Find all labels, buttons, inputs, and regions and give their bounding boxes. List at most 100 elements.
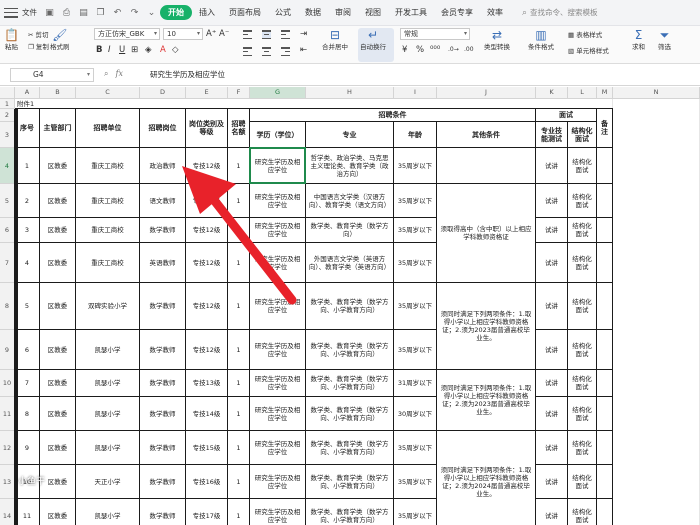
row-header[interactable]: 2	[0, 109, 15, 122]
column-header[interactable]: E	[186, 87, 228, 99]
cell-post[interactable]: 数学教师	[140, 499, 186, 525]
cell-structured[interactable]: 结构化面试	[568, 465, 597, 499]
indent-icon[interactable]: ⇥	[300, 29, 307, 39]
cell-seq[interactable]: 2	[15, 184, 40, 218]
column-header[interactable]: M	[597, 87, 613, 99]
cell-other-merged[interactable]: 须同时满足下列两项条件：1.取得小学以上相应学科教师资格证；2.须为2023届普…	[437, 370, 536, 431]
cell-dept[interactable]: 区教委	[40, 184, 76, 218]
cell-edu[interactable]: 研究生学历及相应学位	[250, 431, 306, 465]
cell-age[interactable]: 35周岁以下	[394, 243, 437, 283]
cell-seq[interactable]: 3	[15, 218, 40, 243]
cell-category[interactable]: 专技17级	[186, 499, 228, 525]
cell-category[interactable]: 专技12级	[186, 330, 228, 370]
cell-note[interactable]	[597, 499, 613, 525]
row-header[interactable]: 11	[0, 397, 15, 431]
cell-dept[interactable]: 区教委	[40, 330, 76, 370]
column-header[interactable]: G	[250, 87, 306, 99]
cell-count[interactable]: 1	[228, 465, 250, 499]
cell-seq[interactable]: 7	[15, 370, 40, 397]
cell-skill-test[interactable]: 试讲	[536, 397, 568, 431]
cell-dept[interactable]: 区教委	[40, 499, 76, 525]
cell-edu[interactable]: 研究生学历及相应学位	[250, 243, 306, 283]
font-color-icon[interactable]: A	[160, 45, 166, 55]
align-left-icon[interactable]	[243, 47, 252, 56]
cell-dept[interactable]: 区教委	[40, 431, 76, 465]
cell-major[interactable]: 数学类、教育学类（数学方向、小学教育方向）	[306, 283, 394, 330]
border-icon[interactable]: ⊞	[131, 45, 138, 55]
cell-dept[interactable]: 区教委	[40, 243, 76, 283]
cell-post[interactable]: 数学教师	[140, 283, 186, 330]
cell-unit[interactable]: 凯瑟小学	[76, 431, 140, 465]
header-note[interactable]: 备注	[597, 109, 613, 148]
redo-icon[interactable]: ↷	[129, 7, 140, 18]
table-style-button[interactable]: ▦ 表格样式	[568, 29, 602, 39]
cell-unit[interactable]: 重庆工商校	[76, 184, 140, 218]
paste-button[interactable]: 📋 粘贴	[4, 29, 19, 51]
cell-category[interactable]: 专技12级	[186, 148, 228, 184]
cell-count[interactable]: 1	[228, 243, 250, 283]
thousands-icon[interactable]: ⁰⁰⁰	[430, 45, 440, 55]
cell-skill-test[interactable]: 试讲	[536, 465, 568, 499]
row-header[interactable]: 8	[0, 283, 15, 330]
cell-seq[interactable]: 8	[15, 397, 40, 431]
cell-category[interactable]: 专技12级	[186, 243, 228, 283]
print-preview-icon[interactable]: ▤	[78, 7, 89, 18]
row-header[interactable]: 13	[0, 465, 15, 499]
merge-center-button[interactable]: ⊟ 合并居中	[322, 29, 348, 51]
cell-style-button[interactable]: ▧ 单元格样式	[568, 45, 609, 55]
cell-major[interactable]: 数学类、教育学类（数学方向、小学教育方向）	[306, 370, 394, 397]
empty-cell[interactable]	[613, 99, 700, 525]
cell-dept[interactable]: 区教委	[40, 370, 76, 397]
row-header[interactable]: 4	[0, 148, 15, 184]
cell-major[interactable]: 哲学类、政治学类、马克思主义理论类、教育学类（政治方向）	[306, 148, 394, 184]
cell-age[interactable]: 35周岁以下	[394, 283, 437, 330]
decrease-decimal-icon[interactable]: .00	[464, 45, 474, 55]
tab-review[interactable]: 审阅	[328, 7, 358, 18]
cell-edu[interactable]: 研究生学历及相应学位	[250, 397, 306, 431]
row-header[interactable]: 12	[0, 431, 15, 465]
row-header[interactable]: 5	[0, 184, 15, 218]
header-edu[interactable]: 学历（学位）	[250, 122, 306, 148]
type-convert-button[interactable]: ⇄ 类型转换	[484, 29, 510, 51]
tab-view[interactable]: 视图	[358, 7, 388, 18]
cell-unit[interactable]: 凯瑟小学	[76, 499, 140, 525]
cell-note[interactable]	[597, 148, 613, 184]
header-post[interactable]: 招聘岗位	[140, 109, 186, 148]
cell-other-merged[interactable]: 须同时满足下列两项条件：1.取得小学以上相应学科教师资格证；2.须为2023届普…	[437, 283, 536, 370]
number-format-select[interactable]: 常规 ▾	[400, 28, 470, 40]
cell-note[interactable]	[597, 283, 613, 330]
cell-note[interactable]	[597, 330, 613, 370]
cell-edu[interactable]: 研究生学历及相应学位	[250, 330, 306, 370]
percent-icon[interactable]: %	[416, 45, 424, 55]
copy-icon[interactable]: ❐	[95, 7, 106, 18]
cell-note[interactable]	[597, 218, 613, 243]
cell-skill-test[interactable]: 试讲	[536, 330, 568, 370]
cell-count[interactable]: 1	[228, 397, 250, 431]
header-unit[interactable]: 招聘单位	[76, 109, 140, 148]
cell-category[interactable]: 专技16级	[186, 465, 228, 499]
outdent-icon[interactable]: ⇤	[300, 45, 307, 55]
font-name-select[interactable]: 方正仿宋_GBK ▾	[94, 28, 160, 40]
row-header[interactable]: 10	[0, 370, 15, 397]
tab-page-layout[interactable]: 页面布局	[222, 7, 268, 18]
cell-skill-test[interactable]: 试讲	[536, 148, 568, 184]
cell-category[interactable]: 专技12级	[186, 218, 228, 243]
cell-edu[interactable]: 研究生学历及相应学位	[250, 465, 306, 499]
cell-count[interactable]: 1	[228, 184, 250, 218]
cell-structured[interactable]: 结构化面试	[568, 148, 597, 184]
cell-unit[interactable]: 重庆工商校	[76, 148, 140, 184]
cell-dept[interactable]: 区教委	[40, 148, 76, 184]
cell-skill-test[interactable]: 试讲	[536, 218, 568, 243]
cell-seq[interactable]: 5	[15, 283, 40, 330]
cell-structured[interactable]: 结构化面试	[568, 431, 597, 465]
header-dept[interactable]: 主管部门	[40, 109, 76, 148]
cell-unit[interactable]: 凯瑟小学	[76, 370, 140, 397]
tab-home[interactable]: 开始	[160, 5, 192, 20]
align-center-icon[interactable]	[262, 47, 271, 56]
file-menu[interactable]: 文件	[18, 7, 41, 18]
tab-developer[interactable]: 开发工具	[388, 7, 434, 18]
cell-count[interactable]: 1	[228, 218, 250, 243]
row-header[interactable]: 1	[0, 99, 15, 109]
cell-structured[interactable]: 结构化面试	[568, 397, 597, 431]
column-header[interactable]: B	[40, 87, 76, 99]
